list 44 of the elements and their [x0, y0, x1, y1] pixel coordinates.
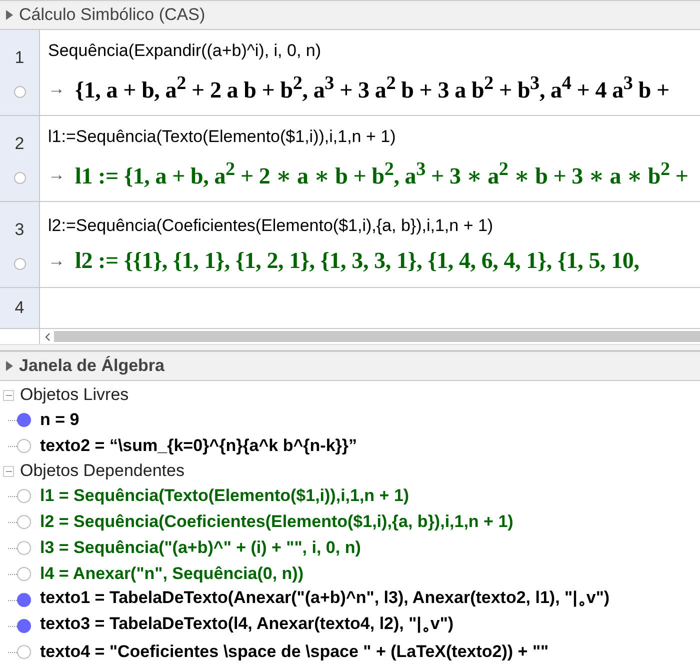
algebra-item[interactable]: texto4 = "Coeficientes \space de \space " + (LaTeX(texto2)) + "": [40, 642, 549, 662]
cas-output: {1, a + b, a$^{2}$ + 2 a b + b$^{2}$, a$^{3}$ + 3 a$^{2}$ b + 3 a b$^{2}$ + b$^{3}$, a$^{4}$ + 4 a$^{3}$ b +: [75, 73, 670, 104]
cas-output: l1 := {1, a + b, a$^{2}$ + 2 ∗ a ∗ b + b$^{2}$, a$^{3}$ + 3 ∗ a$^{2}$ ∗ b + 3 ∗ a ∗ b$^{2}$ +: [75, 159, 688, 190]
visibility-toggle[interactable]: [17, 413, 31, 427]
algebra-item[interactable]: l3 = Sequência("(a+b)^" + (i) + "", i, 0, n): [40, 538, 361, 558]
cas-output: l2 := {{1}, {1, 1}, {1, 2, 1}, {1, 3, 3, 1}, {1, 4, 6, 4, 1}, {1, 5, 10,: [75, 248, 640, 274]
algebra-item[interactable]: l2 = Sequência(Coeficientes(Elemento($1,i),{a, b}),i,1,n + 1): [40, 512, 514, 532]
row-number: 1: [14, 48, 24, 68]
visibility-toggle[interactable]: [17, 515, 31, 529]
scrollbar-thumb[interactable]: [54, 331, 700, 342]
visibility-toggle[interactable]: [17, 645, 31, 659]
visibility-toggle[interactable]: [17, 541, 31, 555]
row-number: 3: [14, 220, 24, 240]
plot-toggle[interactable]: [14, 86, 26, 98]
expand-triangle-icon[interactable]: [6, 10, 13, 20]
row-number: 4: [14, 298, 24, 318]
group-title: Objetos Livres: [20, 385, 129, 405]
scroll-left-icon[interactable]: [44, 332, 50, 340]
visibility-toggle[interactable]: [17, 489, 31, 503]
plot-toggle[interactable]: [14, 172, 26, 184]
group-title: Objetos Dependentes: [20, 461, 184, 481]
algebra-item[interactable]: texto2 = “\sum_{k=0}^{n}{a^k b^{n-k}}”: [40, 436, 358, 456]
cas-input[interactable]: l2:=Sequência(Coeficientes(Elemento($1,i),{a, b}),i,1,n + 1): [48, 216, 700, 236]
algebra-item[interactable]: texto3 = TabelaDeTexto(l4, Anexar(texto4, l2), "|$_{∘}$v"): [40, 614, 454, 638]
algebra-item[interactable]: texto1 = TabelaDeTexto(Anexar("(a+b)^n", l3), Anexar(texto2, l1), "|$_{∘}$v"): [40, 588, 610, 612]
cas-input[interactable]: Sequência(Expandir((a+b)^i), i, 0, n): [48, 41, 700, 62]
plot-toggle[interactable]: [14, 258, 26, 270]
visibility-toggle[interactable]: [17, 593, 31, 607]
result-arrow: →: [48, 250, 65, 270]
visibility-toggle[interactable]: [17, 619, 31, 633]
expand-triangle-icon[interactable]: [6, 361, 13, 371]
collapse-icon[interactable]: [3, 390, 14, 400]
algebra-item[interactable]: n = 9: [40, 410, 80, 430]
panel-title: Cálculo Simbólico (CAS): [19, 5, 206, 25]
algebra-item[interactable]: l1 = Sequência(Texto(Elemento($1,i)),i,1,n + 1): [40, 486, 410, 506]
algebra-item[interactable]: l4 = Anexar("n", Sequência(0, n)): [40, 564, 304, 584]
row-number: 2: [14, 134, 24, 154]
cas-input[interactable]: l1:=Sequência(Texto(Elemento($1,i)),i,1,n + 1): [48, 127, 700, 148]
result-arrow: →: [48, 78, 65, 98]
visibility-toggle[interactable]: [17, 439, 31, 453]
result-arrow: →: [48, 164, 65, 184]
visibility-toggle[interactable]: [17, 567, 31, 581]
collapse-icon[interactable]: [3, 466, 14, 476]
panel-title: Janela de Álgebra: [19, 356, 165, 376]
